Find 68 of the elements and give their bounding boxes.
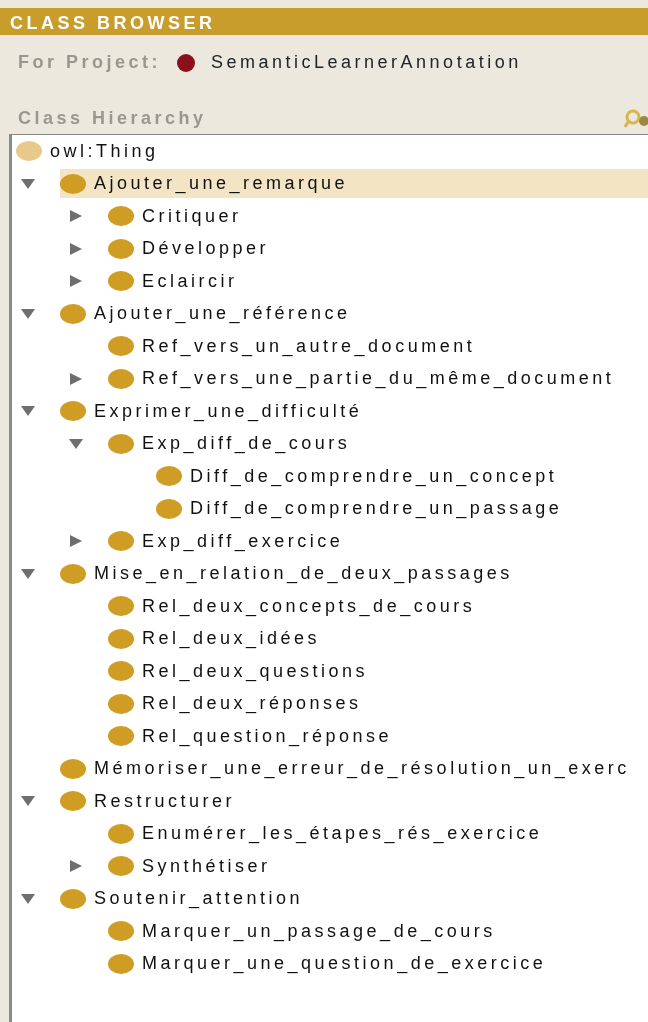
expand-toggle[interactable] <box>68 859 84 874</box>
tree-item[interactable]: Ref_vers_un_autre_document <box>108 331 480 361</box>
tree-item[interactable]: Eclaircir <box>108 266 242 296</box>
class-icon <box>108 368 134 389</box>
class-icon <box>108 693 134 714</box>
tree-item[interactable]: Exprimer_une_difficulté <box>60 396 367 426</box>
collapse-toggle[interactable] <box>20 306 36 321</box>
tree-item[interactable]: Restructurer <box>60 786 240 816</box>
tree-item[interactable]: Ajouter_une_référence <box>60 299 355 329</box>
expand-toggle[interactable] <box>68 241 84 256</box>
class-icon <box>108 271 134 292</box>
class-icon <box>108 953 134 974</box>
tree-item[interactable]: Soutenir_attention <box>60 884 308 914</box>
expand-toggle[interactable] <box>68 534 84 549</box>
class-icon <box>108 238 134 259</box>
class-icon <box>108 726 134 747</box>
tree-item[interactable]: Rel_deux_idées <box>108 624 325 654</box>
class-icon <box>60 401 86 422</box>
tree-item[interactable]: Ajouter_une_remarque <box>60 169 648 199</box>
class-icon <box>108 433 134 454</box>
class-icon <box>108 661 134 682</box>
class-icon <box>60 173 86 194</box>
class-icon <box>108 856 134 877</box>
expand-toggle[interactable] <box>68 274 84 289</box>
tree-item[interactable]: Exp_diff_de_cours <box>108 429 355 459</box>
class-icon <box>60 758 86 779</box>
section-title: Class Hierarchy <box>18 107 207 130</box>
project-name: SemanticLearnerAnnotation <box>211 51 522 74</box>
collapse-toggle[interactable] <box>20 566 36 581</box>
tree-item[interactable]: owl:Thing <box>16 136 163 166</box>
class-icon <box>108 336 134 357</box>
project-label: For Project: <box>18 51 161 74</box>
tree-item[interactable]: Rel_deux_réponses <box>108 689 366 719</box>
tree-item[interactable]: Critiquer <box>108 201 246 231</box>
collapse-toggle[interactable] <box>20 891 36 906</box>
tree-item[interactable]: Marquer_un_passage_de_cours <box>108 916 500 946</box>
class-icon <box>108 628 134 649</box>
class-icon <box>60 888 86 909</box>
project-icon <box>177 53 195 72</box>
class-icon <box>156 466 182 487</box>
tree-item[interactable]: Rel_question_réponse <box>108 721 397 751</box>
collapse-toggle[interactable] <box>68 436 84 451</box>
tree-item[interactable]: Enumérer_les_étapes_rés_exercice <box>108 819 547 849</box>
expand-toggle[interactable] <box>68 209 84 224</box>
tree-item[interactable]: Rel_deux_questions <box>108 656 373 686</box>
tree-item[interactable]: Synthétiser <box>108 851 275 881</box>
class-icon <box>60 563 86 584</box>
tree-item[interactable]: Exp_diff_exercice <box>108 526 348 556</box>
class-icon <box>108 206 134 227</box>
tree-item[interactable]: Mise_en_relation_de_deux_passages <box>60 559 517 589</box>
class-icon <box>156 498 182 519</box>
class-icon <box>60 303 86 324</box>
class-icon <box>60 791 86 812</box>
class-icon <box>108 823 134 844</box>
tree-item[interactable]: Développer <box>108 234 274 264</box>
class-icon <box>108 531 134 552</box>
tree-item[interactable]: Mémoriser_une_erreur_de_résolution_un_exerc <box>60 754 634 784</box>
search-icon[interactable] <box>624 107 648 130</box>
class-icon <box>108 596 134 617</box>
collapse-toggle[interactable] <box>20 176 36 191</box>
tree-item[interactable]: Rel_deux_concepts_de_cours <box>108 591 480 621</box>
tree-item[interactable]: Diff_de_comprendre_un_passage <box>156 494 567 524</box>
panel-title: CLASS BROWSER <box>10 13 216 33</box>
tree-item[interactable]: Diff_de_comprendre_un_concept <box>156 461 562 491</box>
tree-item[interactable]: Marquer_une_question_de_exercice <box>108 949 551 979</box>
class-icon <box>108 921 134 942</box>
expand-toggle[interactable] <box>68 371 84 386</box>
tree-item[interactable]: Ref_vers_une_partie_du_même_document <box>108 364 619 394</box>
